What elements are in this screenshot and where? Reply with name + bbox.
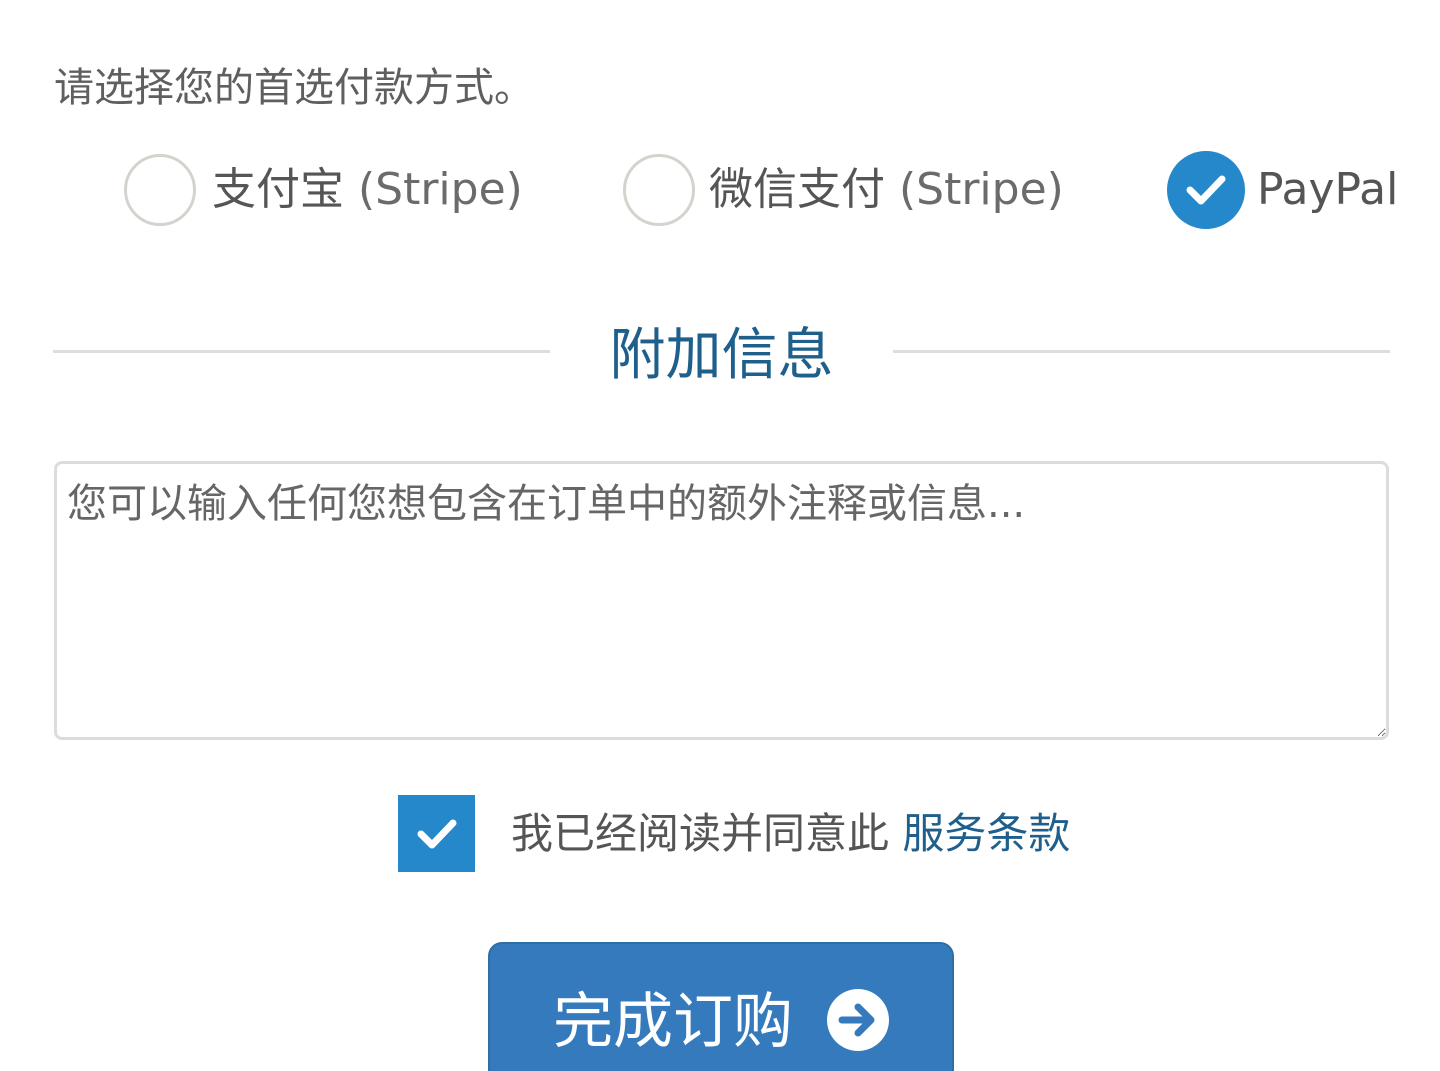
check-mark (1186, 175, 1226, 205)
payment-option-alipay[interactable]: 支付宝 (Stripe) (124, 150, 523, 230)
check-icon (417, 819, 456, 848)
arrow-right-circle-icon (827, 989, 889, 1051)
payment-option-label: 微信支付 (Stripe) (709, 164, 1064, 215)
section-divider-left (53, 350, 550, 353)
arrow-right-icon (838, 1003, 875, 1037)
payment-option-label: PayPal (1257, 164, 1399, 215)
terms-checkbox[interactable] (398, 795, 475, 872)
terms-label: 我已经阅读并同意此 服务条款 (511, 808, 1071, 858)
terms-agreement: 我已经阅读并同意此 服务条款 (398, 795, 1070, 872)
payment-method-prompt: 请选择您的首选付款方式。 (54, 65, 534, 111)
complete-order-button[interactable]: 完成订购 (488, 942, 954, 1071)
checkout-form: 请选择您的首选付款方式。 支付宝 (Stripe) 微信支付 (Stripe) … (0, 0, 1440, 1071)
radio-unchecked-icon[interactable] (124, 154, 196, 226)
section-title-additional-info: 附加信息 (609, 323, 834, 388)
payment-option-wechat-pay[interactable]: 微信支付 (Stripe) (623, 150, 1064, 230)
section-divider-right (893, 350, 1390, 353)
payment-option-paypal[interactable]: PayPal (1167, 150, 1398, 230)
payment-option-label: 支付宝 (Stripe) (212, 164, 523, 215)
check-icon[interactable] (1167, 151, 1245, 229)
complete-order-label: 完成订购 (553, 987, 793, 1057)
order-notes-textarea[interactable] (54, 461, 1389, 740)
radio-unchecked-icon[interactable] (623, 154, 695, 226)
terms-of-service-link[interactable]: 服务条款 (902, 809, 1070, 858)
